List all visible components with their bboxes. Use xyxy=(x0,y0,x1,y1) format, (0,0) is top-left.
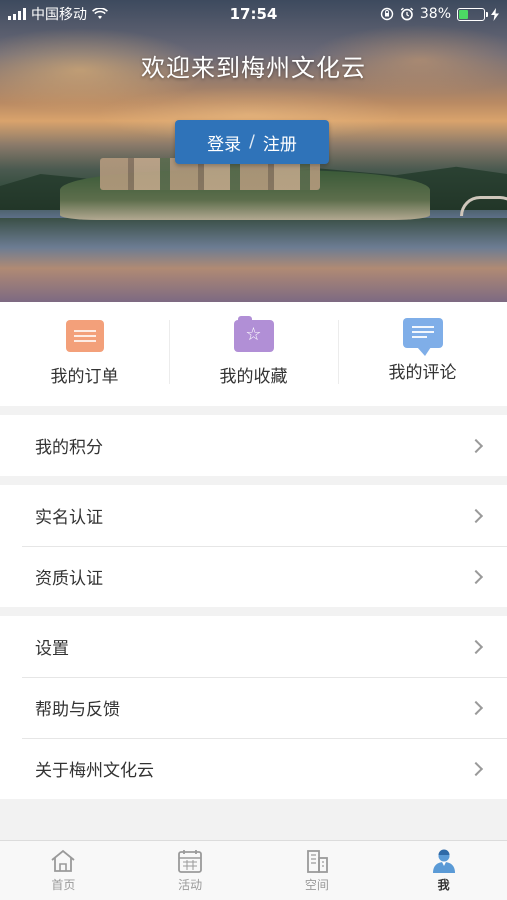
tab-label: 我 xyxy=(437,878,450,892)
order-list-icon xyxy=(65,320,104,352)
chevron-right-icon xyxy=(468,639,484,654)
hero-bridge xyxy=(460,196,507,216)
menu-item-label: 帮助与反馈 xyxy=(35,700,120,720)
tab-label: 空间 xyxy=(304,878,329,892)
menu-item-about[interactable]: 关于梅州文化云 xyxy=(0,738,507,799)
login-label: 登录 xyxy=(207,134,242,155)
status-bar: 中国移动 17:54 38% xyxy=(0,0,507,28)
wifi-icon xyxy=(92,8,108,19)
my-orders-button[interactable]: 我的订单 xyxy=(0,302,169,406)
status-time: 17:54 xyxy=(229,5,278,23)
my-favorites-button[interactable]: ☆ 我的收藏 xyxy=(169,302,338,406)
user-icon xyxy=(432,849,455,873)
menu-item-real-name[interactable]: 实名认证 xyxy=(0,485,507,546)
charging-bolt-icon xyxy=(491,7,499,21)
chevron-right-icon xyxy=(468,569,484,584)
hero-water xyxy=(0,218,507,302)
tab-label: 活动 xyxy=(178,878,203,892)
menu-item-qualification[interactable]: 资质认证 xyxy=(0,546,507,607)
chevron-right-icon xyxy=(468,438,484,453)
welcome-title: 欢迎来到梅州文化云 xyxy=(141,54,366,82)
chevron-right-icon xyxy=(468,761,484,776)
comment-bubble-icon xyxy=(402,318,443,356)
home-icon xyxy=(51,849,75,872)
tab-home[interactable]: 首页 xyxy=(0,841,127,900)
login-register-button[interactable]: 登录 / 注册 xyxy=(175,120,329,164)
menu-item-points[interactable]: 我的积分 xyxy=(0,415,507,476)
menu-group-settings: 设置 帮助与反馈 关于梅州文化云 xyxy=(0,616,507,799)
tab-label: 首页 xyxy=(51,878,76,892)
menu-item-settings[interactable]: 设置 xyxy=(0,616,507,677)
building-icon xyxy=(306,850,328,873)
login-separator: / xyxy=(249,132,255,152)
quick-link-label: 我的收藏 xyxy=(219,367,288,387)
menu-item-label: 我的积分 xyxy=(35,438,103,458)
menu-item-help-feedback[interactable]: 帮助与反馈 xyxy=(0,677,507,738)
tab-me[interactable]: 我 xyxy=(380,841,507,900)
chevron-right-icon xyxy=(468,508,484,523)
register-label: 注册 xyxy=(262,134,297,155)
chevron-right-icon xyxy=(468,700,484,715)
menu-item-label: 关于梅州文化云 xyxy=(35,761,154,781)
tab-activity[interactable]: 活动 xyxy=(127,841,254,900)
quick-links: 我的订单 ☆ 我的收藏 我的评论 xyxy=(0,302,507,406)
quick-link-label: 我的订单 xyxy=(50,367,119,387)
menu-item-label: 实名认证 xyxy=(35,508,103,528)
menu-group-points: 我的积分 xyxy=(0,415,507,476)
carrier-name: 中国移动 xyxy=(31,7,87,23)
quick-link-label: 我的评论 xyxy=(388,363,457,383)
menu-item-label: 设置 xyxy=(35,639,69,659)
hero-banner: 欢迎来到梅州文化云 登录 / 注册 xyxy=(0,0,507,302)
my-comments-button[interactable]: 我的评论 xyxy=(338,302,507,406)
battery-percent: 38% xyxy=(419,6,451,22)
bottom-tab-bar: 首页 活动 空间 我 xyxy=(0,840,507,900)
calendar-icon xyxy=(178,850,203,873)
favorite-folder-icon: ☆ xyxy=(233,316,274,352)
battery-fill xyxy=(459,9,468,19)
tab-space[interactable]: 空间 xyxy=(254,841,381,900)
battery-icon xyxy=(457,7,488,21)
signal-icon xyxy=(8,8,26,20)
menu-item-label: 资质认证 xyxy=(35,569,103,589)
rotation-lock-icon xyxy=(380,7,394,21)
alarm-icon xyxy=(400,7,414,21)
menu-group-verification: 实名认证 资质认证 xyxy=(0,485,507,607)
